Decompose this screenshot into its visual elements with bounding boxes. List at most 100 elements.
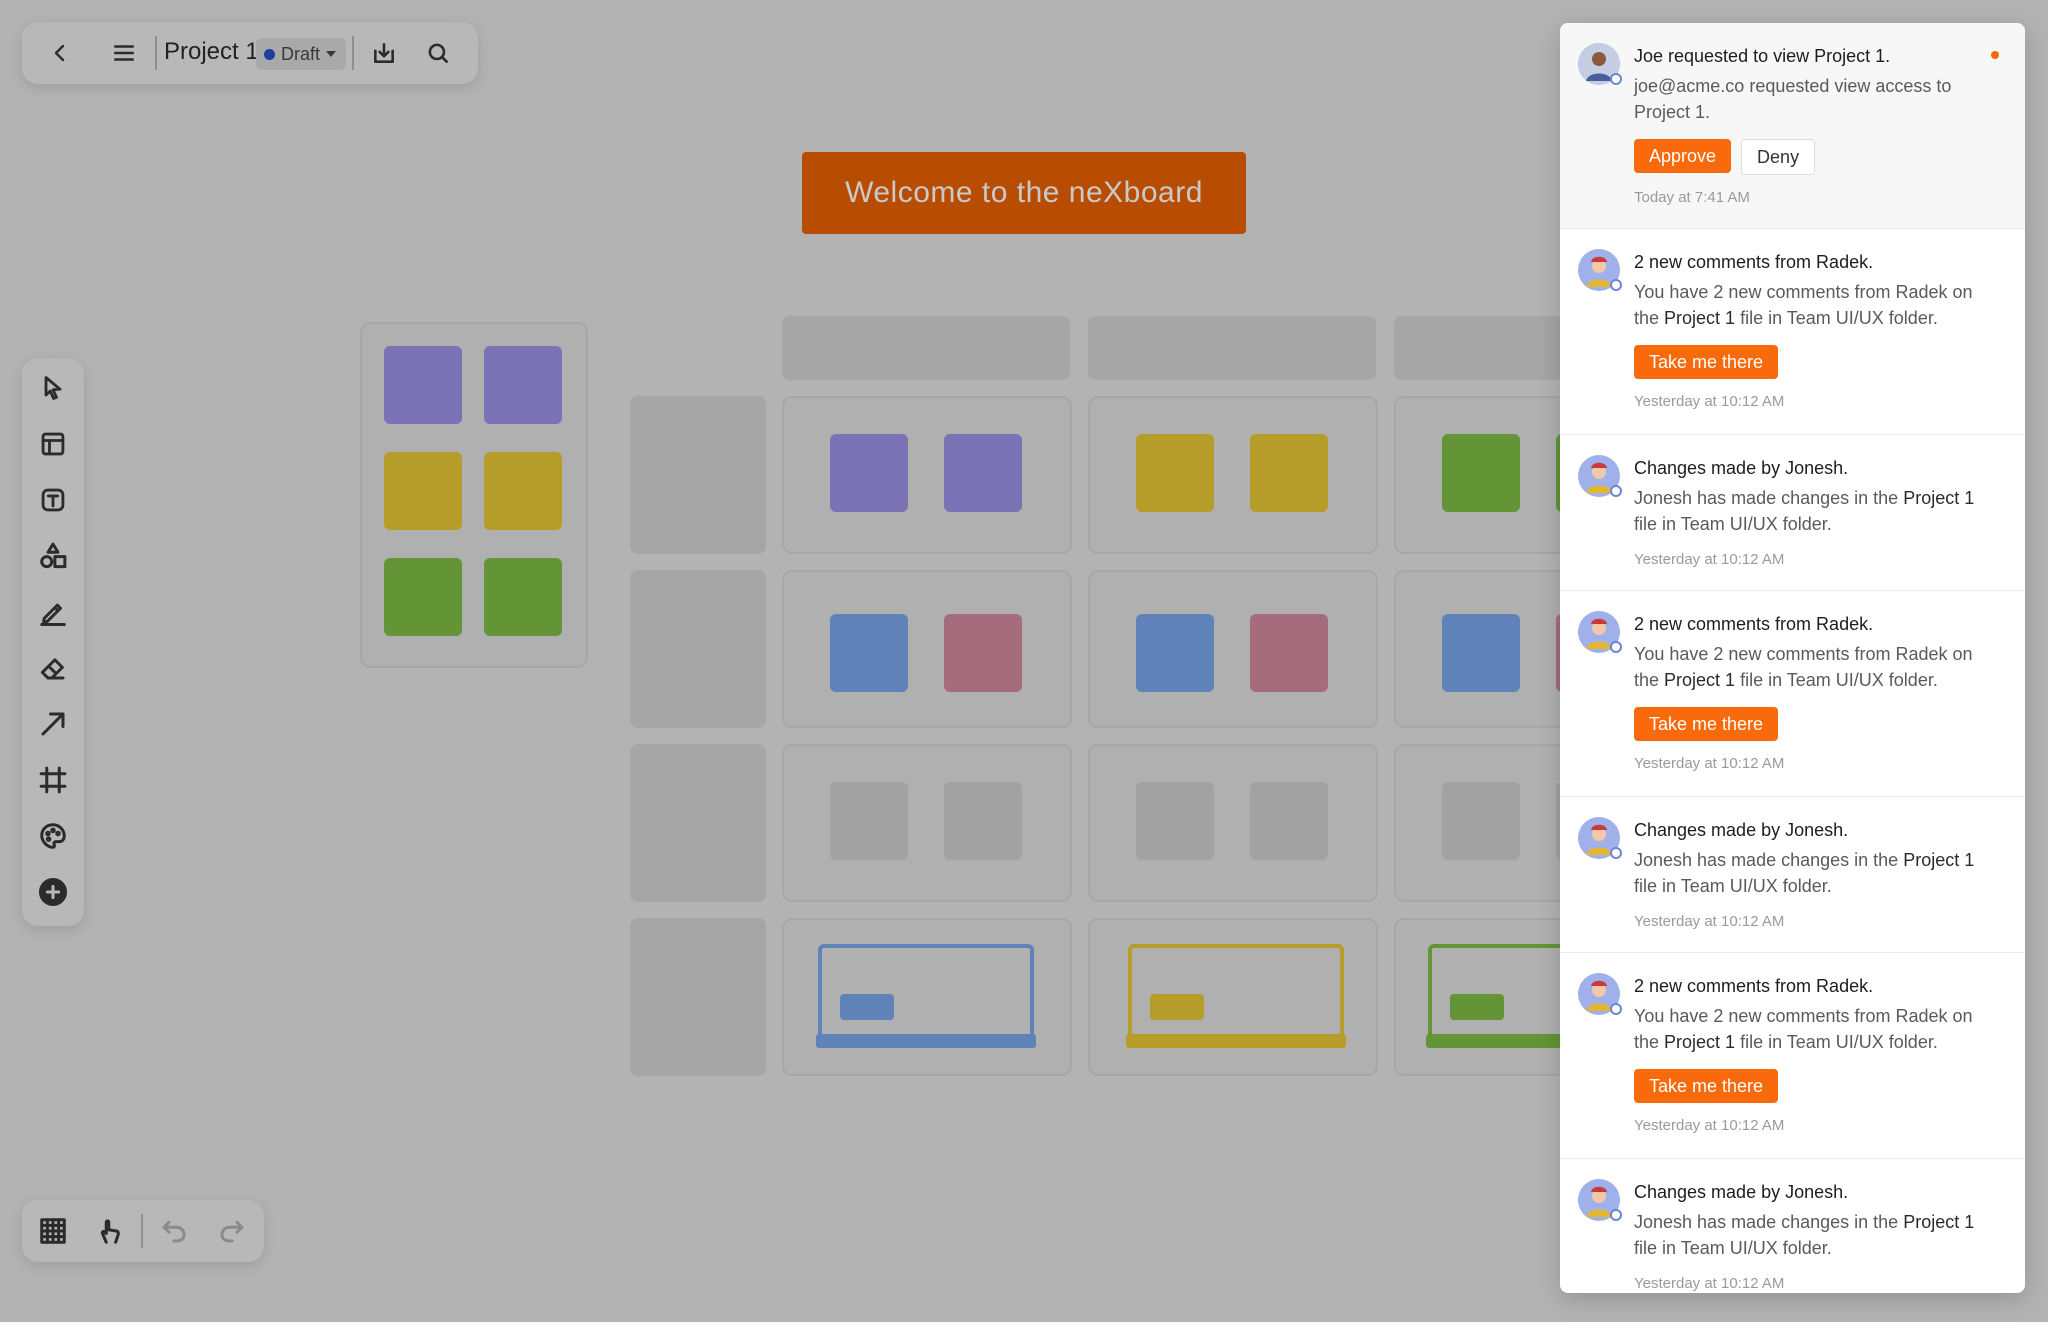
file-name[interactable]: Project 1 <box>1903 850 1974 870</box>
select-tool-button[interactable] <box>33 368 73 408</box>
laptop-shape-blue[interactable] <box>816 944 1036 1048</box>
row-header[interactable] <box>630 570 766 728</box>
grid-cell[interactable] <box>1088 396 1378 554</box>
notification-panel[interactable]: Joe requested to view Project 1. joe@acm… <box>1560 23 2025 1293</box>
grid-cell[interactable] <box>1088 918 1378 1076</box>
sticky-note-grey[interactable] <box>1250 782 1328 860</box>
sticky-note-green[interactable] <box>1442 434 1520 512</box>
avatar-badge <box>1610 641 1622 653</box>
grid-cell[interactable] <box>1088 570 1378 728</box>
column-header[interactable] <box>782 316 1070 380</box>
undo-icon <box>162 1220 186 1243</box>
row-header[interactable] <box>630 918 766 1076</box>
search-button[interactable] <box>418 33 458 73</box>
deny-button[interactable]: Deny <box>1741 139 1816 175</box>
notification-time: Yesterday at 10:12 AM <box>1634 755 1785 772</box>
column-header[interactable] <box>1088 316 1376 380</box>
laptop-base <box>816 1034 1036 1048</box>
laptop-shape-yellow[interactable] <box>1126 944 1346 1048</box>
file-name[interactable]: Project 1 <box>1664 1032 1735 1052</box>
notification-item[interactable]: Joe requested to view Project 1. joe@acm… <box>1560 23 2025 229</box>
approve-button[interactable]: Approve <box>1634 139 1732 173</box>
file-name[interactable]: Project 1 <box>1664 670 1735 690</box>
arrow-tool-button[interactable] <box>33 704 73 744</box>
frame-icon <box>39 766 67 794</box>
toolbar-divider <box>155 36 157 70</box>
avatar <box>1578 973 1622 1015</box>
frame-tool-button[interactable] <box>33 760 73 800</box>
arrow-icon <box>41 712 65 736</box>
sticky-note-grey[interactable] <box>830 782 908 860</box>
sticky-note-purple[interactable] <box>830 434 908 512</box>
laptop-label <box>840 994 894 1020</box>
shapes-tool-button[interactable] <box>33 536 73 576</box>
notification-item[interactable]: 2 new comments from Radek. You have 2 ne… <box>1560 953 2025 1159</box>
palette-card[interactable] <box>360 322 588 668</box>
notification-item[interactable]: Changes made by Jonesh. Jonesh has made … <box>1560 797 2025 953</box>
notification-item[interactable]: Changes made by Jonesh. Jonesh has made … <box>1560 1159 2025 1293</box>
notification-item[interactable]: 2 new comments from Radek. You have 2 ne… <box>1560 591 2025 797</box>
hamburger-icon <box>114 45 134 61</box>
template-tool-button[interactable] <box>33 424 73 464</box>
redo-button[interactable] <box>212 1211 252 1251</box>
take-me-there-button[interactable]: Take me there <box>1634 1069 1779 1103</box>
row-header[interactable] <box>630 744 766 902</box>
sticky-note-green[interactable] <box>484 558 562 636</box>
sticky-note-purple[interactable] <box>944 434 1022 512</box>
file-name[interactable]: Project 1 <box>1903 1212 1974 1232</box>
add-tool-button[interactable] <box>33 872 73 912</box>
grid-cell[interactable] <box>782 744 1072 902</box>
menu-button[interactable] <box>104 33 144 73</box>
avatar-badge <box>1610 1003 1622 1015</box>
sticky-note-pink[interactable] <box>944 614 1022 692</box>
take-me-there-button[interactable]: Take me there <box>1634 707 1779 741</box>
welcome-banner[interactable]: Welcome to the neXboard <box>802 152 1246 234</box>
sticky-note-blue[interactable] <box>830 614 908 692</box>
pointer-mode-button[interactable] <box>90 1211 130 1251</box>
sticky-note-yellow[interactable] <box>1136 434 1214 512</box>
notification-body: You have 2 new comments from Radek on th… <box>1634 1006 1973 1052</box>
sticky-note-green[interactable] <box>384 558 462 636</box>
notification-title: Changes made by Jonesh. <box>1634 820 1849 840</box>
sticky-note-purple[interactable] <box>384 346 462 424</box>
grid-toggle-button[interactable] <box>33 1211 73 1251</box>
pen-tool-button[interactable] <box>33 592 73 632</box>
notification-title: 2 new comments from Radek. <box>1634 252 1874 272</box>
sticky-note-yellow[interactable] <box>384 452 462 530</box>
row-header[interactable] <box>630 396 766 554</box>
undo-button[interactable] <box>154 1211 194 1251</box>
grid-cell[interactable] <box>782 918 1072 1076</box>
sticky-note-blue[interactable] <box>1442 614 1520 692</box>
avatar <box>1578 611 1622 653</box>
text-tool-button[interactable] <box>33 480 73 520</box>
notification-body: You have 2 new comments from Radek on th… <box>1634 644 1973 690</box>
avatar <box>1578 1179 1622 1221</box>
status-dropdown[interactable]: Draft <box>256 38 346 70</box>
sticky-note-grey[interactable] <box>1136 782 1214 860</box>
notification-item[interactable]: Changes made by Jonesh. Jonesh has made … <box>1560 435 2025 591</box>
avatar <box>1578 43 1622 85</box>
sticky-note-grey[interactable] <box>1442 782 1520 860</box>
sticky-note-pink[interactable] <box>1250 614 1328 692</box>
grid-cell[interactable] <box>782 396 1072 554</box>
back-button[interactable] <box>40 33 80 73</box>
eraser-tool-button[interactable] <box>33 648 73 688</box>
file-name[interactable]: Project 1 <box>1903 488 1974 508</box>
project-title[interactable]: Project 1 <box>164 38 259 66</box>
download-button[interactable] <box>364 33 404 73</box>
take-me-there-button[interactable]: Take me there <box>1634 345 1779 379</box>
notification-time: Yesterday at 10:12 AM <box>1634 1117 1785 1134</box>
sticker-tool-button[interactable] <box>33 816 73 856</box>
file-name[interactable]: Project 1 <box>1664 308 1735 328</box>
sticky-note-purple[interactable] <box>484 346 562 424</box>
avatar-badge <box>1610 847 1622 859</box>
sticky-note-grey[interactable] <box>944 782 1022 860</box>
sticky-note-blue[interactable] <box>1136 614 1214 692</box>
grid-cell[interactable] <box>1088 744 1378 902</box>
notification-item[interactable]: 2 new comments from Radek. You have 2 ne… <box>1560 229 2025 435</box>
grid-cell[interactable] <box>782 570 1072 728</box>
sticky-note-yellow[interactable] <box>484 452 562 530</box>
search-icon <box>428 43 448 63</box>
sticky-note-yellow[interactable] <box>1250 434 1328 512</box>
notification-time: Yesterday at 10:12 AM <box>1634 913 1785 930</box>
